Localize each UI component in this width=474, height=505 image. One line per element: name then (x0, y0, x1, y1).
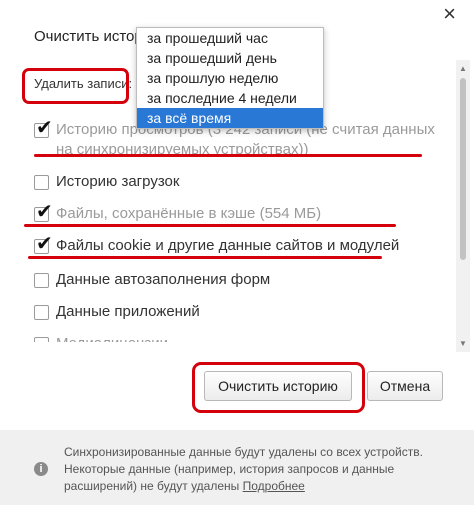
checkbox[interactable]: ✔ (34, 118, 53, 138)
checkmark-icon: ✔ (36, 201, 53, 223)
highlight-underline-cache (24, 224, 396, 227)
item-label: Данные приложений (56, 303, 200, 320)
dialog-footer: i Синхронизированные данные будут удален… (0, 430, 474, 505)
list-scrollbar[interactable]: ▲ ▼ (456, 60, 470, 352)
more-info-link[interactable]: Подробнее (243, 479, 305, 493)
clear-button-highlight (192, 362, 365, 413)
item-label: Историю загрузок (56, 173, 180, 190)
item-label: Данные автозаполнения форм (56, 271, 271, 288)
item-label: Файлы, сохранённые в кэше (554 МБ) (56, 205, 322, 222)
period-option-all-time[interactable]: за всё время (137, 108, 323, 128)
period-option-week[interactable]: за прошлую неделю (137, 68, 323, 88)
highlight-underline-history (34, 154, 422, 157)
highlight-underline-cookies (28, 256, 382, 259)
scrollbar-thumb[interactable] (460, 78, 466, 260)
period-dropdown-list[interactable]: за прошедший час за прошедший день за пр… (136, 27, 324, 129)
info-icon: i (34, 462, 48, 476)
checkbox[interactable]: ✔ (34, 202, 53, 222)
item-label-line2: на синхронизируемых устройствах)) (56, 141, 309, 158)
clear-history-dialog: × Очистить историю Удалить записи: за пр… (0, 0, 474, 505)
checkbox[interactable] (34, 273, 49, 288)
checkbox[interactable] (34, 175, 49, 190)
checkbox[interactable] (34, 337, 49, 342)
cancel-button[interactable]: Отмена (367, 371, 443, 401)
checkbox[interactable]: ✔ (34, 234, 53, 254)
checkbox[interactable] (34, 305, 49, 320)
item-label: Медиалицензии (56, 334, 168, 342)
scroll-up-icon[interactable]: ▲ (459, 64, 467, 73)
checkmark-icon: ✔ (36, 117, 53, 139)
period-option-hour[interactable]: за прошедший час (137, 28, 323, 48)
scroll-down-icon[interactable]: ▼ (459, 339, 467, 348)
close-icon[interactable]: × (443, 3, 456, 25)
footer-note: Синхронизированные данные будут удалены … (64, 444, 444, 495)
period-option-day[interactable]: за прошедший день (137, 48, 323, 68)
period-option-4-weeks[interactable]: за последние 4 недели (137, 88, 323, 108)
item-label: Файлы cookie и другие данные сайтов и мо… (56, 237, 400, 254)
checkmark-icon: ✔ (36, 233, 53, 255)
delete-label-highlight (22, 68, 129, 104)
